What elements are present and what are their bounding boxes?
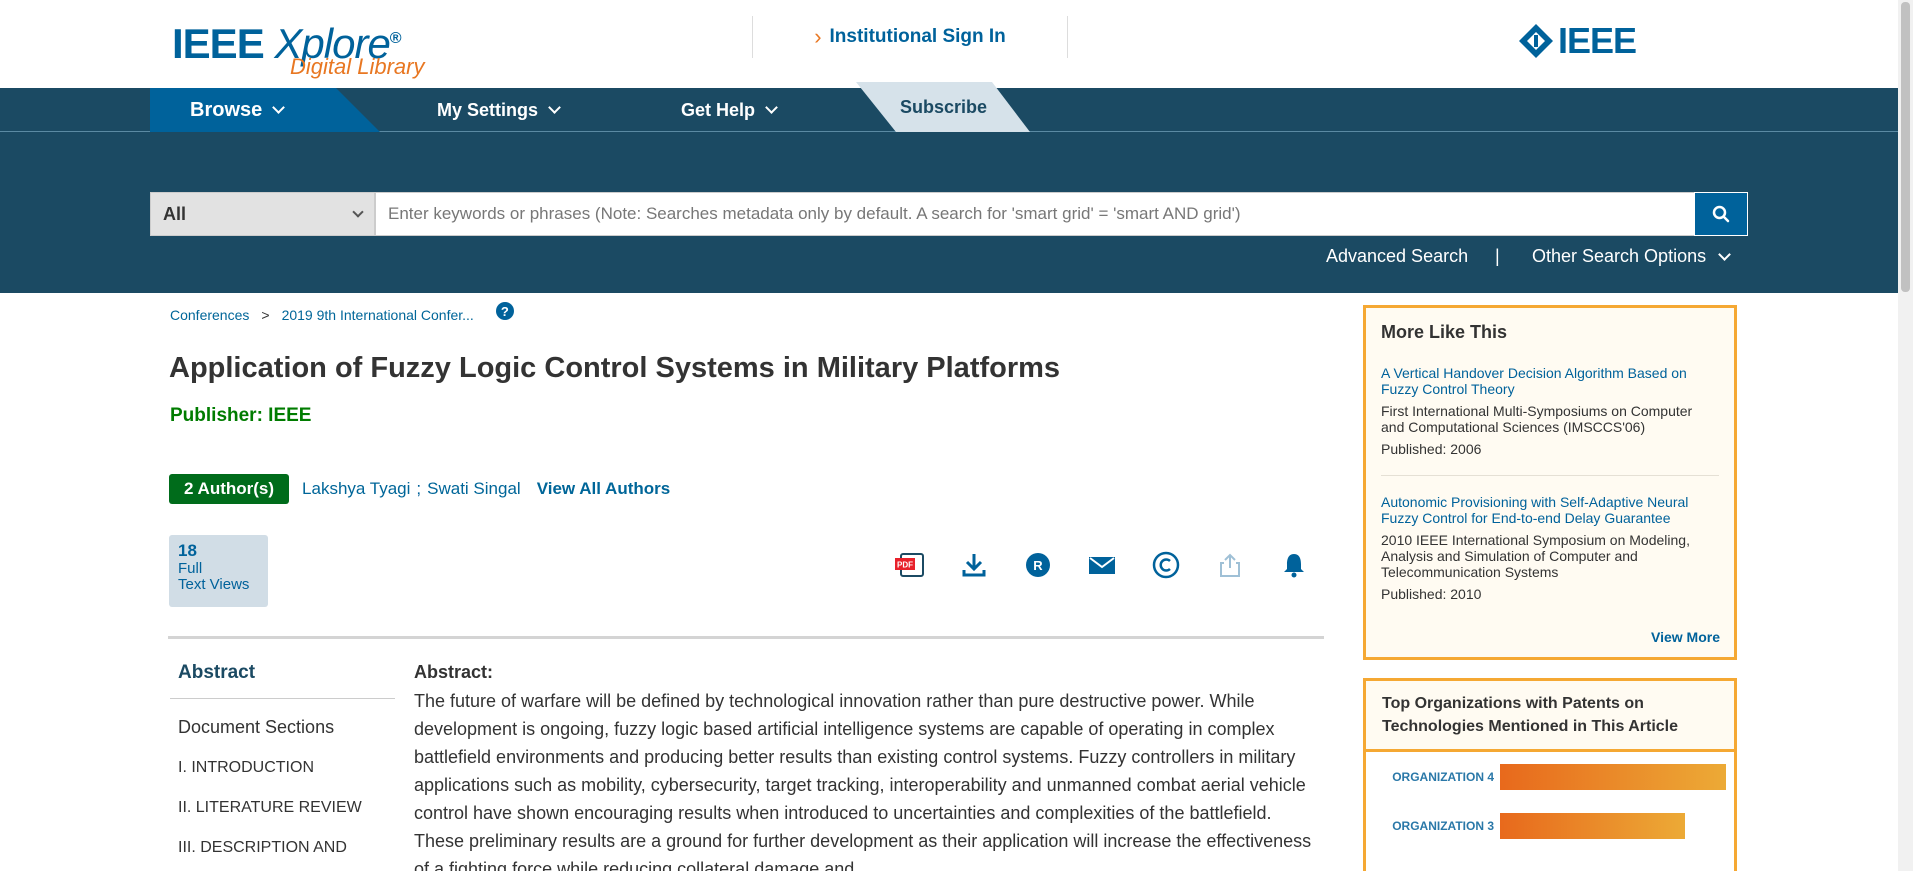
document-sections-title: Document Sections	[178, 717, 335, 737]
view-all-authors-link[interactable]: View All Authors	[537, 479, 671, 499]
nav-subscribe[interactable]: Subscribe	[856, 82, 1030, 132]
share-icon[interactable]	[1213, 548, 1247, 582]
search-button[interactable]	[1694, 192, 1748, 236]
publisher-label: Publisher: IEEE	[170, 405, 312, 426]
site-header: IEEE Xplore® Digital Library › Instituti…	[0, 0, 1898, 88]
org-bar	[1500, 813, 1685, 839]
chevron-down-icon	[352, 205, 364, 218]
page-scrollbar[interactable]	[1898, 0, 1913, 871]
pdf-icon[interactable]: PDF	[893, 548, 927, 582]
search-scope-select[interactable]: All	[150, 192, 375, 236]
download-icon[interactable]	[957, 548, 991, 582]
alert-bell-icon[interactable]	[1277, 548, 1311, 582]
related-article-published: Published: 2006	[1381, 441, 1482, 457]
top-organizations-panel: Top Organizations with Patents on Techno…	[1363, 678, 1737, 871]
more-like-this-panel: More Like This A Vertical Handover Decis…	[1363, 305, 1737, 660]
scrollbar-thumb[interactable]	[1901, 2, 1910, 292]
chevron-right-icon: ›	[814, 24, 822, 49]
institutional-signin-link[interactable]: › Institutional Sign In	[752, 16, 1068, 58]
document-title: Application of Fuzzy Logic Control Syste…	[169, 352, 1061, 384]
full-text-views-metric[interactable]: 18 Full Text Views	[169, 535, 268, 607]
abstract-section: Abstract: The future of warfare will be …	[414, 662, 1314, 871]
copyright-icon[interactable]	[1149, 548, 1183, 582]
svg-text:R: R	[1033, 558, 1043, 573]
breadcrumb-separator: >	[261, 307, 270, 323]
author-count-badge[interactable]: 2 Author(s)	[169, 474, 290, 504]
section-link-literature-review[interactable]: II. LITERATURE REVIEW	[170, 788, 395, 828]
ieee-xplore-logo[interactable]: IEEE Xplore® Digital Library	[172, 18, 432, 80]
ieee-logo[interactable]: IEEE	[1518, 20, 1637, 62]
abstract-text: The future of warfare will be defined by…	[414, 691, 1312, 871]
chevron-down-icon	[548, 101, 561, 114]
author-link[interactable]: Lakshya Tyagi	[302, 479, 410, 499]
help-icon[interactable]: ?	[495, 302, 514, 320]
abstract-heading: Abstract:	[414, 662, 494, 682]
search-input[interactable]	[375, 192, 1695, 236]
views-label-1: Full	[178, 560, 203, 577]
related-article: A Vertical Handover Decision Algorithm B…	[1381, 365, 1719, 476]
org-row[interactable]: ORGANIZATION 3	[1382, 813, 1685, 839]
nav-my-settings[interactable]: My Settings	[437, 88, 561, 132]
nav-abstract[interactable]: Abstract	[170, 650, 395, 699]
svg-text:PDF: PDF	[897, 561, 913, 570]
document-sections-nav: Abstract Document Sections I. INTRODUCTI…	[170, 650, 395, 868]
nav-browse[interactable]: Browse	[150, 88, 380, 132]
section-divider	[168, 636, 1324, 639]
related-article-published: Published: 2010	[1381, 586, 1482, 602]
author-separator: ;	[416, 479, 422, 498]
related-article-venue: 2010 IEEE International Symposium on Mod…	[1381, 532, 1690, 580]
view-more-link[interactable]: View More	[1651, 629, 1720, 645]
org-label: ORGANIZATION 4	[1392, 770, 1494, 784]
section-link-introduction[interactable]: I. INTRODUCTION	[170, 748, 395, 788]
chevron-down-icon	[1718, 247, 1731, 261]
views-count: 18	[178, 541, 197, 560]
chevron-down-icon	[272, 101, 286, 114]
digital-library-text: Digital Library	[290, 54, 425, 79]
top-organizations-title: Top Organizations with Patents on Techno…	[1366, 681, 1734, 752]
breadcrumb-conference-name[interactable]: 2019 9th International Confer...	[282, 307, 474, 323]
related-article: Autonomic Provisioning with Self-Adaptiv…	[1381, 494, 1719, 620]
breadcrumb: Conferences > 2019 9th International Con…	[170, 302, 514, 323]
main-nav: Browse My Settings Get Help Subscribe	[0, 82, 1898, 132]
views-label-2: Text Views	[178, 576, 250, 593]
author-link[interactable]: Swati Singal	[427, 479, 521, 499]
section-link-description[interactable]: III. DESCRIPTION AND	[170, 828, 395, 868]
document-actions: PDF R	[893, 548, 1311, 582]
related-article-venue: First International Multi-Symposiums on …	[1381, 403, 1693, 435]
ieee-diamond-icon	[1519, 24, 1553, 58]
breadcrumb-conferences[interactable]: Conferences	[170, 307, 249, 323]
search-links-separator: |	[1495, 246, 1500, 266]
org-row[interactable]: ORGANIZATION 4	[1382, 764, 1726, 790]
authors-row: 2 Author(s) Lakshya Tyagi ; Swati Singal…	[169, 474, 670, 504]
org-label: ORGANIZATION 3	[1392, 819, 1494, 833]
nav-get-help[interactable]: Get Help	[681, 88, 778, 132]
search-area: All Advanced Search | Other Search Optio…	[0, 132, 1898, 293]
org-bar	[1500, 764, 1726, 790]
chevron-down-icon	[765, 101, 778, 114]
advanced-search-link[interactable]: Advanced Search	[1326, 246, 1468, 267]
related-article-title[interactable]: A Vertical Handover Decision Algorithm B…	[1381, 365, 1719, 397]
rights-icon[interactable]: R	[1021, 548, 1055, 582]
other-search-options-link[interactable]: Other Search Options	[1532, 246, 1731, 267]
more-like-this-title: More Like This	[1381, 322, 1508, 342]
related-article-title[interactable]: Autonomic Provisioning with Self-Adaptiv…	[1381, 494, 1719, 526]
search-icon	[1712, 205, 1730, 223]
email-icon[interactable]	[1085, 548, 1119, 582]
